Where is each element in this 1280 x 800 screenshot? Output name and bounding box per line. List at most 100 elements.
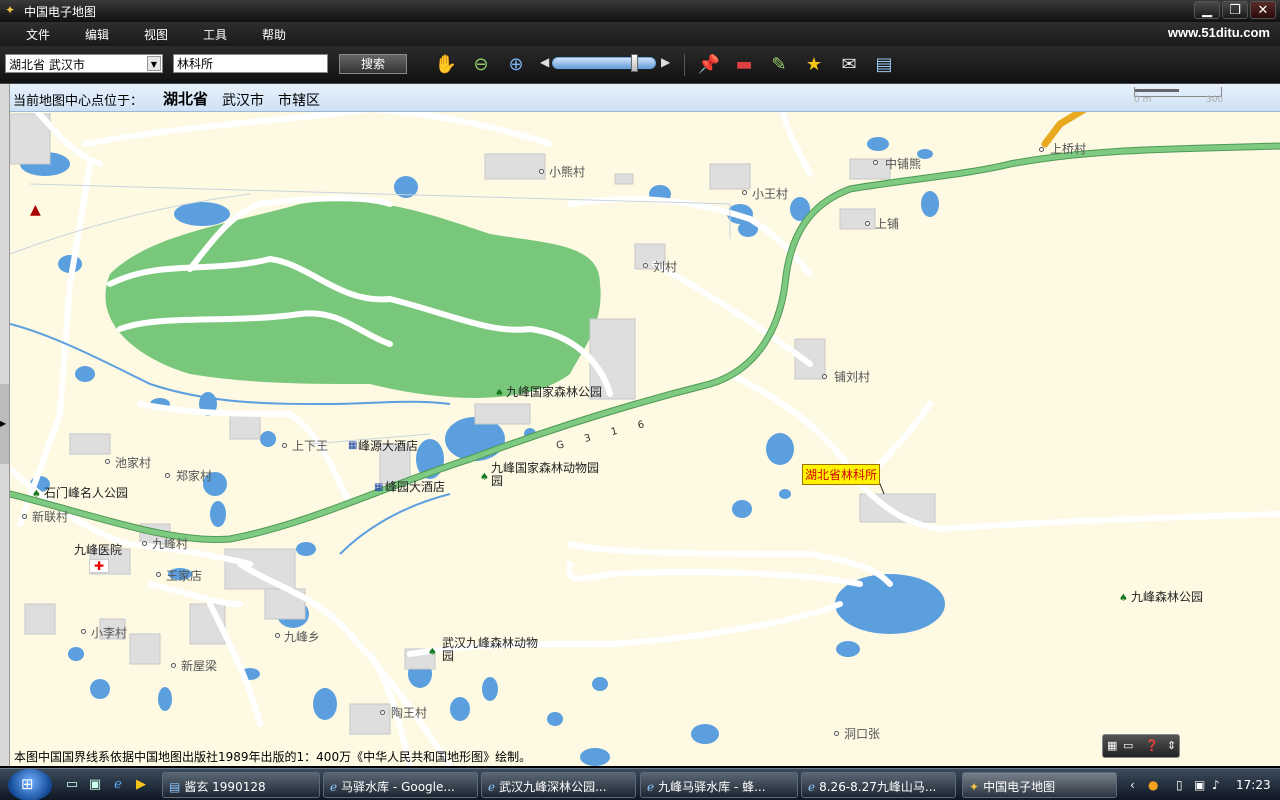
- place-label[interactable]: 新联村: [32, 508, 68, 525]
- zoom-slider-track[interactable]: [552, 57, 656, 69]
- place-label[interactable]: 上桥村: [1050, 140, 1086, 157]
- zoom-slider-handle[interactable]: [631, 54, 638, 72]
- site-url-link[interactable]: www.51ditu.com: [1168, 25, 1270, 40]
- taskbar-item[interactable]: ℯ 8.26-8.27九峰山马...: [801, 772, 956, 798]
- help-icon[interactable]: ❓: [1145, 739, 1159, 752]
- zoom-slider-left-arrow-icon[interactable]: ◀: [540, 55, 549, 69]
- place-dot: [165, 473, 170, 478]
- close-button[interactable]: ✕: [1250, 1, 1276, 19]
- taskbar-item[interactable]: ▤ 酱玄 1990128: [162, 772, 320, 798]
- title-bar: ✦ 中国电子地图 ▁ ❐ ✕: [0, 0, 1280, 22]
- place-label[interactable]: 上下王: [292, 437, 328, 454]
- taskbar-item-active[interactable]: ✦ 中国电子地图: [962, 772, 1117, 798]
- edit-pencil-icon[interactable]: ✎: [766, 52, 792, 78]
- map-canvas[interactable]: 小熊村 小王村 中铺熊 上铺 刘村 铺刘村 上桥村 池家村 郑家村 上下王 新联…: [10, 84, 1280, 766]
- menu-edit[interactable]: 编辑: [85, 26, 109, 43]
- print-icon[interactable]: ▤: [871, 52, 897, 78]
- place-dot: [865, 221, 870, 226]
- window-switcher-icon[interactable]: ▣: [87, 777, 103, 793]
- zoom-out-icon[interactable]: ⊖: [468, 52, 494, 78]
- search-input[interactable]: [173, 54, 328, 73]
- center-city[interactable]: 武汉市: [222, 90, 264, 110]
- menu-bar: 文件 编辑 视图 工具 帮助 www.51ditu.com: [0, 22, 1280, 46]
- menu-view[interactable]: 视图: [144, 26, 168, 43]
- menu-help[interactable]: 帮助: [262, 26, 286, 43]
- poi-wuhan-zoo[interactable]: 武汉九峰森林动物: [442, 637, 538, 650]
- taskbar-item[interactable]: ℯ 九峰马驿水库 - 蜂...: [640, 772, 798, 798]
- region-select[interactable]: 湖北省 武汉市 ▼: [5, 54, 163, 73]
- volume-icon[interactable]: ♪: [1212, 778, 1220, 792]
- side-panel-toggle-strip[interactable]: ▶: [0, 84, 10, 766]
- place-dot: [1039, 147, 1044, 152]
- menu-tools[interactable]: 工具: [203, 26, 227, 43]
- poi-zoo-line2[interactable]: 园: [491, 475, 503, 488]
- expand-arrow-icon[interactable]: ▶: [0, 384, 9, 464]
- window-title: 中国电子地图: [24, 5, 97, 19]
- taskbar: ⊞ ▭ ▣ ℯ ▶ ▤ 酱玄 1990128 ℯ 马驿水库 - Google... …: [0, 768, 1280, 800]
- place-label[interactable]: 新屋梁: [181, 657, 217, 674]
- tray-expand-icon[interactable]: ‹: [1130, 778, 1135, 792]
- taskbar-item[interactable]: ℯ 武汉九峰深林公园...: [481, 772, 636, 798]
- toolbar-divider: [684, 54, 685, 76]
- chevron-down-icon[interactable]: ▼: [147, 56, 161, 71]
- network-icon[interactable]: ▣: [1194, 778, 1205, 792]
- browser-icon[interactable]: ℯ: [110, 777, 126, 793]
- keyboard-icon[interactable]: ▭: [1123, 739, 1133, 752]
- center-district[interactable]: 市辖区: [278, 90, 320, 110]
- north-arrow-icon: ▲: [30, 202, 41, 218]
- hand-pan-icon[interactable]: ✋: [433, 52, 459, 78]
- place-label[interactable]: 铺刘村: [834, 368, 870, 385]
- tray-device-icon[interactable]: ▯: [1176, 778, 1183, 792]
- hotel-icon: ▦: [374, 482, 384, 493]
- search-button[interactable]: 搜索: [339, 54, 407, 74]
- poi-stone-gate-park[interactable]: 石门峰名人公园: [44, 487, 128, 500]
- media-player-icon[interactable]: ▶: [133, 777, 149, 793]
- place-label[interactable]: 小李村: [91, 624, 127, 641]
- center-province[interactable]: 湖北省: [163, 88, 208, 109]
- poi-hotel-fengyuan-2[interactable]: 峰园大酒店: [385, 481, 445, 494]
- poi-wuhan-zoo-line2[interactable]: 园: [442, 650, 454, 663]
- maximize-button[interactable]: ❐: [1222, 1, 1248, 19]
- place-dot: [742, 190, 747, 195]
- place-label[interactable]: 小熊村: [549, 163, 585, 180]
- place-dot: [380, 710, 385, 715]
- collapse-icon[interactable]: ⇕: [1167, 739, 1176, 752]
- taskbar-item[interactable]: ℯ 马驿水库 - Google...: [323, 772, 478, 798]
- place-label[interactable]: 九峰村: [152, 535, 188, 552]
- place-label[interactable]: 上铺: [875, 215, 899, 232]
- poi-hospital[interactable]: 九峰医院: [74, 544, 122, 557]
- grid-icon[interactable]: ▦: [1107, 739, 1117, 752]
- poi-jiufeng-forest-park[interactable]: 九峰森林公园: [1131, 591, 1203, 604]
- poi-forest-park[interactable]: 九峰国家森林公园: [506, 386, 602, 399]
- place-dot: [834, 731, 839, 736]
- place-label[interactable]: 王家店: [166, 567, 202, 584]
- start-button[interactable]: ⊞: [8, 769, 52, 800]
- pushpin-icon[interactable]: 📌: [696, 52, 722, 78]
- place-dot: [539, 169, 544, 174]
- poi-hotel-fengyuan[interactable]: 峰源大酒店: [358, 440, 418, 453]
- taskbar-clock[interactable]: 17:23: [1236, 778, 1271, 792]
- place-label[interactable]: 洞口张: [844, 725, 880, 742]
- zoom-slider-right-arrow-icon[interactable]: ▶: [661, 55, 670, 69]
- place-label[interactable]: 刘村: [653, 258, 677, 275]
- place-label[interactable]: 中铺熊: [885, 155, 921, 172]
- browser-icon: ℯ: [808, 780, 816, 794]
- measure-ruler-icon[interactable]: ▬: [731, 52, 757, 78]
- tray-app-icon[interactable]: ●: [1148, 778, 1158, 792]
- minimize-button[interactable]: ▁: [1194, 1, 1220, 19]
- center-label: 当前地图中心点位于：: [13, 94, 144, 109]
- favorite-star-icon[interactable]: ★: [801, 52, 827, 78]
- zoom-in-icon[interactable]: ⊕: [503, 52, 529, 78]
- email-icon[interactable]: ✉: [836, 52, 862, 78]
- browser-icon: ℯ: [488, 780, 496, 794]
- place-label[interactable]: 池家村: [115, 454, 151, 471]
- place-label[interactable]: 郑家村: [176, 467, 212, 484]
- show-desktop-icon[interactable]: ▭: [64, 777, 80, 793]
- place-label[interactable]: 九峰乡: [284, 628, 320, 645]
- hotel-icon: ▦: [348, 440, 358, 451]
- search-result-marker[interactable]: 湖北省林科所: [802, 464, 881, 485]
- place-label[interactable]: 小王村: [752, 185, 788, 202]
- place-label[interactable]: 陶王村: [391, 704, 427, 721]
- poi-zoo[interactable]: 九峰国家森林动物园: [491, 462, 599, 475]
- menu-file[interactable]: 文件: [26, 26, 50, 43]
